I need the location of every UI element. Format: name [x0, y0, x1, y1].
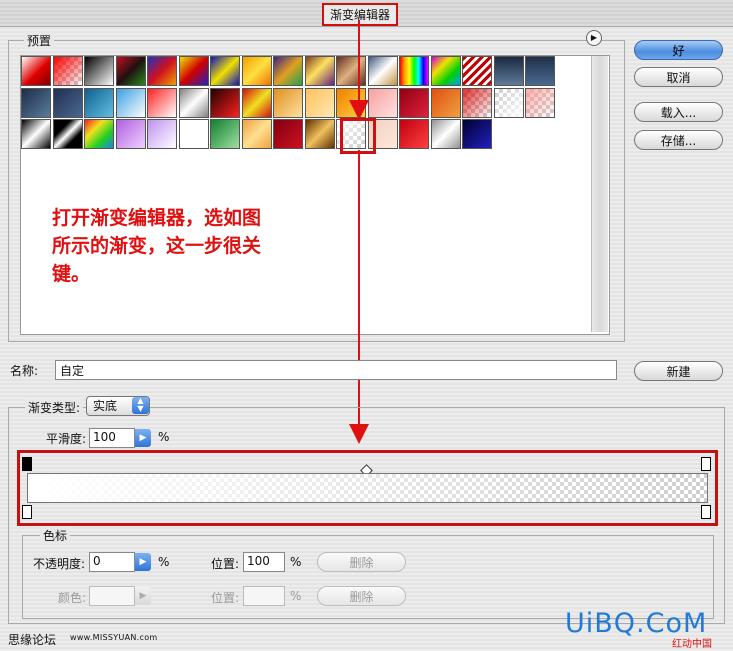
- preset-swatch[interactable]: [115, 56, 146, 86]
- preset-swatch[interactable]: [241, 87, 272, 118]
- name-input[interactable]: 自定: [55, 360, 617, 380]
- preset-swatch[interactable]: [493, 56, 524, 86]
- ok-button[interactable]: 好: [634, 40, 723, 60]
- preset-swatch[interactable]: [147, 87, 177, 118]
- preset-swatch[interactable]: [336, 87, 366, 118]
- presets-label: 预置: [24, 32, 55, 49]
- preset-swatch[interactable]: [430, 56, 461, 86]
- footer-forum-name: 思缘论坛: [8, 633, 57, 647]
- preset-swatch[interactable]: [462, 119, 492, 149]
- location-label: 位置:: [211, 557, 240, 571]
- color-label: 颜色:: [58, 591, 87, 605]
- smoothness-label: 平滑度:: [46, 432, 87, 446]
- delete-color-stop-button[interactable]: 删除: [317, 586, 406, 606]
- preset-swatch[interactable]: [399, 87, 429, 118]
- color-stop-left[interactable]: [22, 505, 32, 519]
- preset-swatch[interactable]: [21, 56, 51, 86]
- gradient-type-value: 实底: [93, 399, 118, 413]
- save-button[interactable]: 存储...: [634, 130, 723, 150]
- color-arrow-icon[interactable]: ▶: [135, 587, 151, 605]
- smoothness-percent: %: [158, 430, 170, 444]
- smoothness-input[interactable]: 100: [89, 428, 135, 448]
- new-button[interactable]: 新建: [634, 361, 723, 381]
- color-location-input[interactable]: [243, 586, 285, 606]
- opacity-stop-left[interactable]: [22, 457, 32, 471]
- preset-swatch[interactable]: [210, 119, 240, 149]
- preset-swatch[interactable]: [52, 87, 83, 118]
- preset-swatch[interactable]: [210, 87, 240, 118]
- color-location-label: 位置:: [211, 591, 240, 605]
- preset-swatch[interactable]: [525, 56, 555, 86]
- window-title: 渐变编辑器: [322, 3, 399, 26]
- preset-swatch[interactable]: [178, 119, 209, 149]
- preset-swatch[interactable]: [367, 56, 398, 86]
- preset-swatch[interactable]: [430, 87, 461, 118]
- color-stop-right[interactable]: [701, 505, 711, 519]
- preset-swatch[interactable]: [462, 87, 492, 118]
- preset-swatch[interactable]: [304, 56, 335, 86]
- opacity-percent: %: [158, 555, 170, 569]
- opacity-label: 不透明度:: [33, 557, 86, 571]
- name-label: 名称:: [10, 364, 39, 378]
- preset-swatch[interactable]: [273, 87, 303, 118]
- preset-swatch[interactable]: [178, 56, 209, 86]
- annotation-text: 打开渐变编辑器，选如图 所示的渐变，这一步很关 键。: [52, 204, 332, 288]
- preset-swatch[interactable]: [336, 56, 366, 86]
- preset-swatch[interactable]: [493, 87, 524, 118]
- preset-swatch[interactable]: [273, 56, 303, 86]
- gradient-type-label: 渐变类型:: [25, 399, 84, 416]
- color-stops-group: [22, 535, 714, 619]
- preset-swatch[interactable]: [241, 119, 272, 149]
- preset-swatch[interactable]: [84, 56, 114, 86]
- preset-swatch[interactable]: [21, 87, 51, 118]
- preset-swatch[interactable]: [525, 87, 555, 118]
- location-input[interactable]: 100: [243, 552, 285, 572]
- preset-swatch[interactable]: [399, 119, 429, 149]
- gradient-bar[interactable]: [27, 473, 708, 503]
- opacity-stop-right[interactable]: [701, 457, 711, 471]
- swatch-scrollbar[interactable]: [591, 56, 608, 332]
- preset-swatch[interactable]: [304, 119, 335, 149]
- preset-swatch[interactable]: [241, 56, 272, 86]
- annotation-line: 所示的渐变，这一步很关: [52, 235, 262, 257]
- preset-swatch[interactable]: [399, 56, 429, 86]
- cancel-button[interactable]: 取消: [634, 67, 723, 87]
- preset-swatch[interactable]: [273, 119, 303, 149]
- preset-swatch[interactable]: [462, 56, 492, 86]
- opacity-input[interactable]: 0: [89, 552, 135, 572]
- location-percent: %: [290, 555, 302, 569]
- delete-opacity-stop-button[interactable]: 删除: [317, 552, 406, 572]
- preset-swatch[interactable]: [304, 87, 335, 118]
- preset-swatch[interactable]: [84, 119, 114, 149]
- preset-swatch[interactable]: [21, 119, 51, 149]
- footer-url: www.MISSYUAN.com: [70, 633, 158, 642]
- annotation-line: 键。: [52, 263, 91, 285]
- preset-swatch[interactable]: [210, 56, 240, 86]
- preset-swatch[interactable]: [84, 87, 114, 118]
- preset-swatch[interactable]: [52, 119, 83, 149]
- preset-swatch[interactable]: [147, 56, 177, 86]
- preset-swatch[interactable]: [367, 87, 398, 118]
- preset-swatch[interactable]: [430, 119, 461, 149]
- color-swatch-field[interactable]: [89, 586, 135, 606]
- annotation-line: 打开渐变编辑器，选如图: [52, 207, 262, 229]
- opacity-arrow-icon[interactable]: ▶: [135, 553, 151, 571]
- preset-swatch[interactable]: [52, 56, 83, 86]
- selected-swatch-highlight: [340, 118, 376, 154]
- smoothness-arrow-icon[interactable]: ▶: [135, 429, 151, 447]
- color-stops-label: 色标: [40, 527, 71, 544]
- preset-swatch[interactable]: [178, 87, 209, 118]
- preset-swatch[interactable]: [147, 119, 177, 149]
- watermark-subtext: 红动中国: [672, 639, 712, 650]
- load-button[interactable]: 载入...: [634, 102, 723, 122]
- preset-swatch[interactable]: [115, 119, 146, 149]
- select-arrows-icon[interactable]: ▲ ▼: [132, 397, 149, 414]
- preset-swatch[interactable]: [115, 87, 146, 118]
- color-location-percent: %: [290, 589, 302, 603]
- presets-menu-icon[interactable]: ▶: [586, 30, 602, 46]
